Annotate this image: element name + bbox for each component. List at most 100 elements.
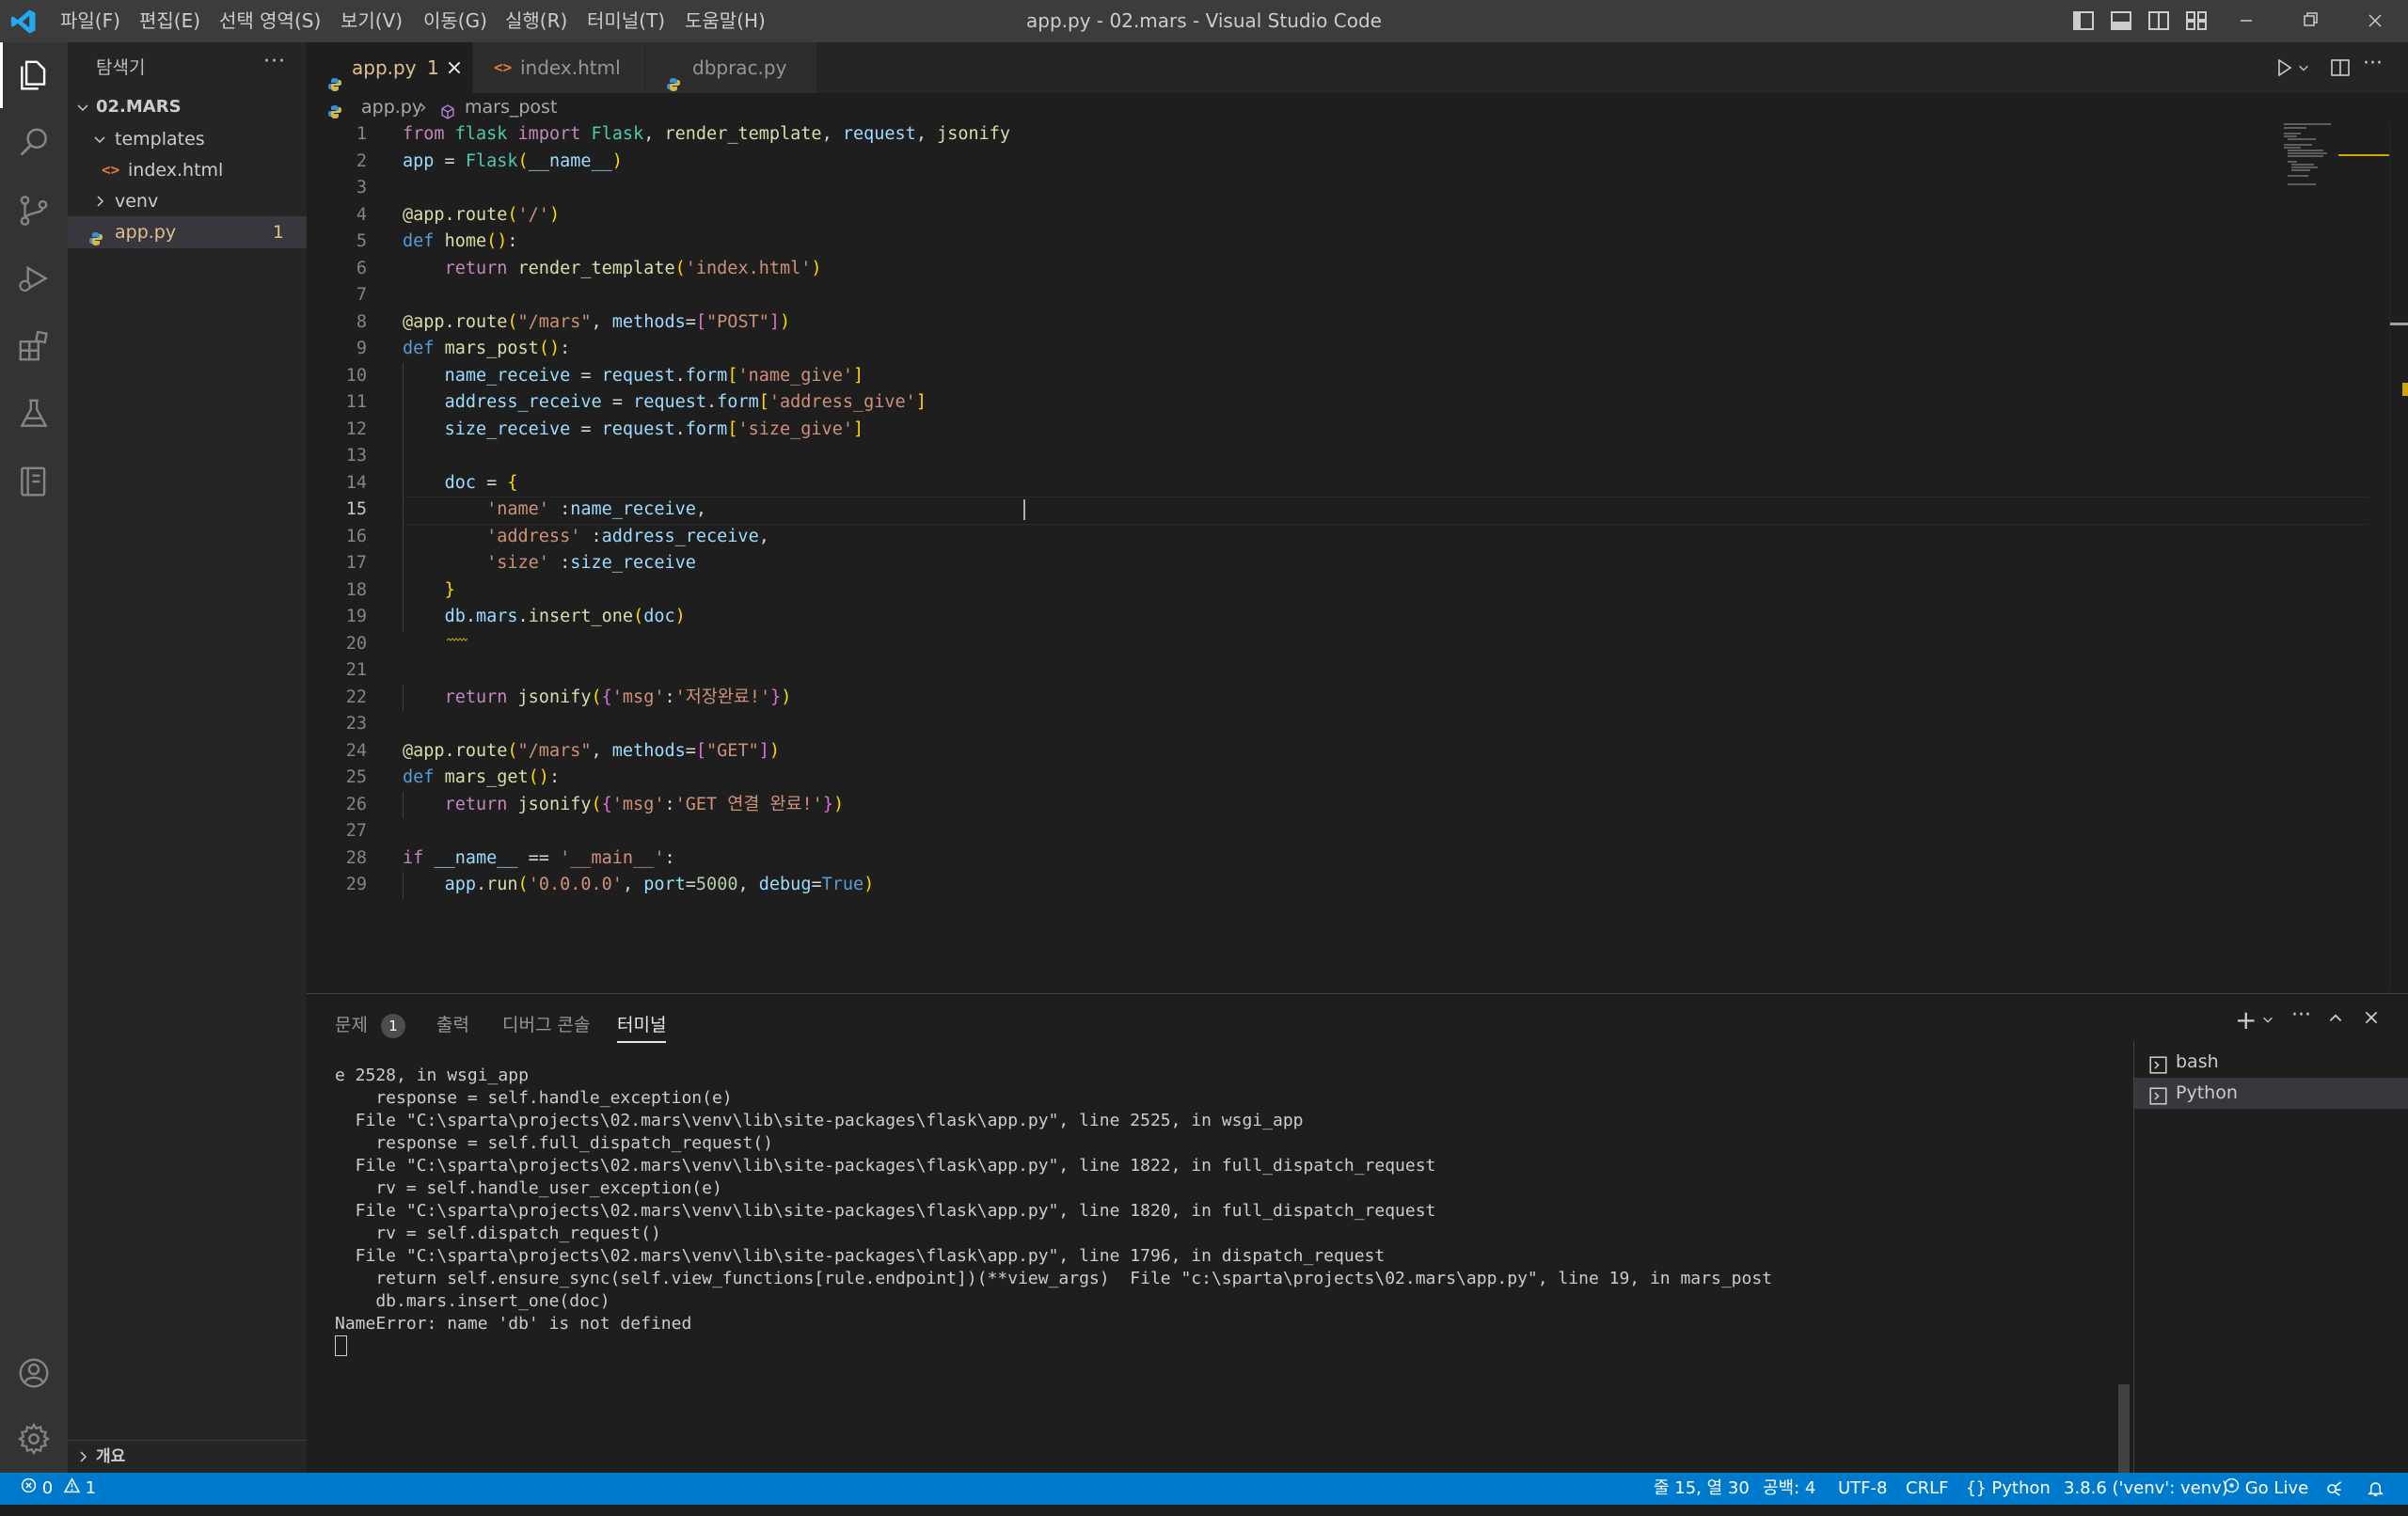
notifications-bell-icon[interactable] [2367,1473,2384,1505]
terminal-item-python[interactable]: Python [2134,1078,2408,1109]
code-token: ) [780,311,791,332]
folder-root[interactable]: 02.MARS [68,91,307,123]
terminal-item-bash[interactable]: bash [2134,1047,2408,1078]
panel-tab-terminal[interactable]: 터미널 [617,1009,667,1043]
minimap[interactable] [2282,121,2389,197]
language-mode[interactable]: {} Python [1966,1473,2051,1505]
code-token: "/mars" [517,740,592,761]
terminal-output[interactable]: e 2528, in wsgi_app response = self.hand… [335,1065,2141,1469]
accounts-icon[interactable] [0,1340,68,1406]
code-token: . [706,392,718,412]
panel-tab-debug-console[interactable]: 디버그 콘솔 [502,1009,590,1041]
terminal-scrollbar[interactable] [2118,1384,2130,1474]
source-control-icon[interactable] [0,178,68,244]
customize-layout-icon[interactable] [2184,9,2209,32]
search-icon[interactable] [0,110,68,176]
menu-edit[interactable]: 편집(E) [139,0,200,42]
code-token: == [517,847,561,868]
line-number: 24 [345,740,367,761]
code-token: db [444,607,466,626]
explorer-title: 탐색기 [96,57,146,78]
code-editor[interactable]: 1 2 3 4 5 6 7 8 9 10 11 12 13 14 15 16 17 18 19 20 21 22 23 24 2… [307,121,2389,991]
panel-tab-output[interactable]: 출력 [436,1009,469,1041]
line-number: 11 [345,392,367,412]
more-actions-icon[interactable]: ··· [263,50,286,73]
close-panel-icon[interactable] [2363,1009,2380,1030]
tab-index-html[interactable]: <> index.html [473,42,644,93]
toggle-panel-icon[interactable] [2109,9,2133,32]
code-token: 5000 [695,875,738,894]
python-interpreter[interactable]: 3.8.6 ('venv': venv) [2064,1473,2228,1505]
breadcrumb-file[interactable]: app.py [361,93,422,121]
toggle-primary-sidebar-icon[interactable] [2071,9,2096,32]
indentation-status[interactable]: 공백: 4 [1763,1473,1815,1505]
code-token: Flask [591,124,644,144]
code-token: , [915,124,938,144]
tab-dbprac-py[interactable]: dbprac.py [645,42,816,93]
menu-terminal[interactable]: 터미널(T) [587,0,665,42]
run-and-debug-icon[interactable] [0,245,68,311]
encoding-status[interactable]: UTF-8 [1838,1473,1887,1505]
tree-item-venv[interactable]: venv [68,185,307,217]
run-dropdown-chevron-icon[interactable] [2297,60,2310,79]
menu-run[interactable]: 실행(R) [505,0,567,42]
editor-scrollbar[interactable] [2389,121,2408,991]
split-editor-icon[interactable] [2329,56,2352,83]
code-token: . [674,365,686,386]
panel-more-actions-icon[interactable]: ··· [2291,1003,2311,1027]
feedback-icon[interactable] [2325,1473,2343,1505]
code-token: { [601,794,612,814]
testing-icon[interactable] [0,381,68,447]
minimize-icon[interactable] [2218,0,2274,42]
manage-gear-icon[interactable] [0,1406,68,1472]
restore-icon[interactable] [2281,0,2337,42]
line-number: 16 [345,526,367,546]
code-token: def [403,339,435,358]
eol-status[interactable]: CRLF [1906,1473,1948,1505]
menu-help[interactable]: 도움말(H) [685,0,766,42]
menu-selection[interactable]: 선택 영역(S) [219,0,321,42]
code-token: from [403,124,445,144]
editor-more-actions-icon[interactable]: ··· [2363,52,2383,75]
tree-item-index-html[interactable]: <> index.html [68,154,307,186]
go-live-button[interactable]: Go Live [2224,1473,2308,1505]
code-token: flask [454,124,508,144]
code-token: : [507,231,518,251]
panel-tab-problems[interactable]: 문제 1 [335,1009,406,1041]
code-token: ] [915,392,927,412]
new-terminal-plus-icon[interactable]: + [2235,1007,2257,1034]
code-line: 'size' :size_receive [403,550,696,577]
code-token: . [465,607,476,626]
run-python-file-icon[interactable] [2273,56,2295,83]
toggle-secondary-sidebar-icon[interactable] [2147,9,2171,32]
cursor-position[interactable]: 줄 15, 열 30 [1654,1473,1750,1505]
menu-file[interactable]: 파일(F) [60,0,120,42]
explorer-icon[interactable] [0,42,68,108]
breadcrumb-symbol[interactable]: mars_post [465,93,557,121]
terminal-line: rv = self.handle_user_exception(e) [335,1178,722,1198]
terminal-dropdown-chevron-icon[interactable] [2261,1012,2274,1031]
menu-go[interactable]: 이동(G) [423,0,487,42]
menu-view[interactable]: 보기(V) [341,0,403,42]
line-number: 21 [345,660,367,680]
code-token: ( [674,258,686,278]
code-token: , [758,526,769,546]
line-number: 18 [345,579,367,600]
activity-bar [0,42,68,1473]
tree-item-app-py[interactable]: app.py 1 [68,216,307,248]
problems-status[interactable]: 0 1 [21,1473,96,1505]
close-icon[interactable] [2347,0,2403,42]
code-token: def [403,767,435,787]
tab-app-py[interactable]: app.py 1 [307,42,472,93]
tree-item-templates[interactable]: templates [68,123,307,155]
outline-section[interactable]: 개요 [68,1441,307,1473]
vscode-logo-icon[interactable] [9,8,38,36]
extensions-icon[interactable] [0,313,68,379]
maximize-panel-chevron-up-icon[interactable] [2327,1009,2344,1030]
code-token: 'address' [486,526,581,546]
remote-explorer-icon[interactable] [0,449,68,514]
code-line: return jsonify({'msg':'GET 연결 완료!'}) [403,792,845,819]
code-token: request [601,418,675,439]
